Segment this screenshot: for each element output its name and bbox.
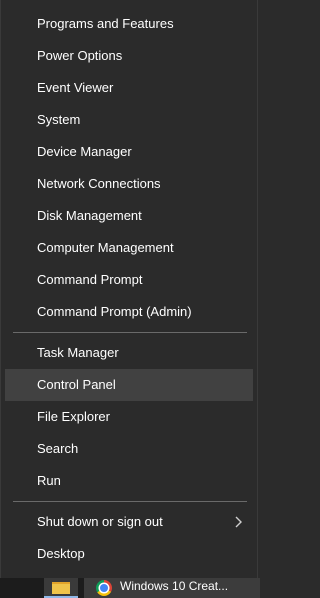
menu-item-run[interactable]: Run — [1, 465, 257, 497]
menu-group-session: Shut down or sign out Desktop — [1, 506, 257, 570]
taskbar-button-file-explorer[interactable] — [44, 578, 78, 598]
winx-context-menu: Programs and Features Power Options Even… — [0, 0, 258, 578]
menu-group-system-tools: Programs and Features Power Options Even… — [1, 0, 257, 328]
menu-item-disk-management[interactable]: Disk Management — [1, 200, 257, 232]
menu-group-shell: Task Manager Control Panel File Explorer… — [1, 337, 257, 497]
taskbar: Windows 10 Creat... — [0, 578, 260, 598]
taskbar-button-label: Windows 10 Creat... — [120, 579, 229, 593]
menu-item-desktop[interactable]: Desktop — [1, 538, 257, 570]
menu-item-label: Shut down or sign out — [37, 514, 163, 529]
file-explorer-icon — [52, 582, 70, 594]
chevron-right-icon — [235, 506, 247, 538]
menu-item-command-prompt[interactable]: Command Prompt — [1, 264, 257, 296]
taskbar-button-chrome[interactable]: Windows 10 Creat... — [84, 578, 260, 598]
menu-item-file-explorer[interactable]: File Explorer — [1, 401, 257, 433]
menu-item-command-prompt-admin[interactable]: Command Prompt (Admin) — [1, 296, 257, 328]
menu-separator — [13, 332, 247, 333]
menu-item-shut-down-or-sign-out[interactable]: Shut down or sign out — [1, 506, 257, 538]
menu-item-power-options[interactable]: Power Options — [1, 40, 257, 72]
menu-item-search[interactable]: Search — [1, 433, 257, 465]
menu-separator — [13, 501, 247, 502]
menu-item-network-connections[interactable]: Network Connections — [1, 168, 257, 200]
menu-item-task-manager[interactable]: Task Manager — [1, 337, 257, 369]
menu-item-system[interactable]: System — [1, 104, 257, 136]
menu-item-device-manager[interactable]: Device Manager — [1, 136, 257, 168]
menu-item-event-viewer[interactable]: Event Viewer — [1, 72, 257, 104]
menu-item-programs-and-features[interactable]: Programs and Features — [1, 8, 257, 40]
chrome-icon — [96, 580, 112, 596]
menu-item-computer-management[interactable]: Computer Management — [1, 232, 257, 264]
menu-item-control-panel[interactable]: Control Panel — [5, 369, 253, 401]
